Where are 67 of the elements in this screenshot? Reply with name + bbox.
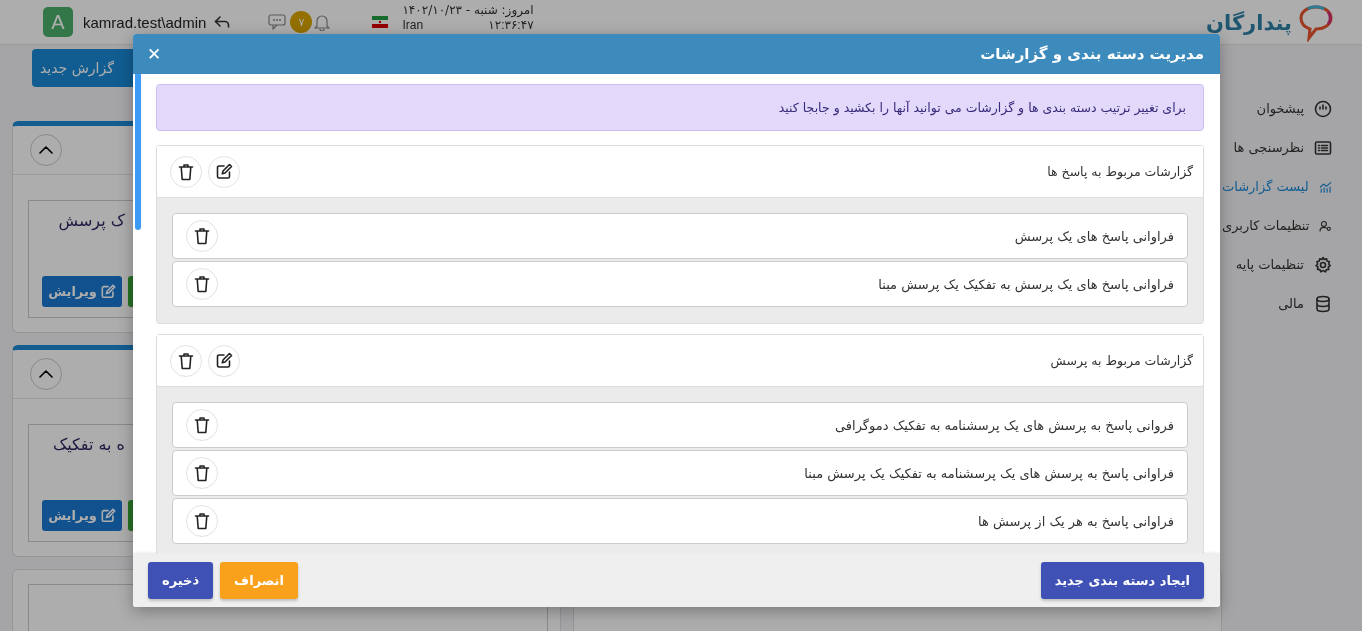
- create-category-button[interactable]: ایجاد دسته بندی جدید: [1040, 562, 1204, 599]
- report-name: فروانی پاسخ به پرسش های یک پرسشنامه به تفکیک دموگرافی: [835, 417, 1174, 433]
- report-title: ه به تفکیک: [51, 435, 125, 456]
- user-name: kamrad.test\admin: [83, 13, 207, 31]
- logo-text: پندارگان: [1206, 11, 1292, 35]
- report-name: فراوانی پاسخ به پرسش های یک پرسشنامه به تفکیک یک پرسش مبنا: [804, 465, 1174, 481]
- report-item[interactable]: فراوانی پاسخ به پرسش های یک پرسشنامه به تفکیک یک پرسش مبنا: [172, 450, 1188, 496]
- chevron-up-icon: [39, 146, 53, 154]
- list-icon: [1314, 138, 1332, 157]
- chat-icon[interactable]: [268, 14, 287, 30]
- delete-button[interactable]: [186, 457, 218, 489]
- dialog-title: مدیریت دسته بندی و گزارشات: [980, 45, 1204, 63]
- bell-icon[interactable]: [314, 13, 331, 31]
- report-name: فراوانی پاسخ های یک پرسش به تفکیک یک پرسش مبنا: [878, 276, 1174, 292]
- report-name: فراوانی پاسخ به هر یک از پرسش ها: [978, 513, 1174, 529]
- database-icon: [1314, 294, 1332, 313]
- logout-icon[interactable]: [214, 15, 231, 29]
- save-button[interactable]: ذخیره: [148, 562, 214, 599]
- report-title: ک پرسش: [57, 211, 125, 233]
- close-button[interactable]: ✕: [143, 44, 166, 64]
- sidebar-item[interactable]: پیشخوان: [1222, 89, 1362, 128]
- country-text: Iran: [402, 18, 424, 33]
- delete-button[interactable]: [186, 409, 218, 441]
- sidebar-item[interactable]: تنظیمات پایه: [1222, 245, 1362, 284]
- speech-bubble-logo-icon: [1298, 4, 1334, 42]
- info-message: برای تغییر ترتیب دسته بندی ها و گزارشات می توانید آنها را بکشید و جابجا کنید: [156, 84, 1204, 131]
- flag-icon: [372, 16, 389, 28]
- edit-button[interactable]: ویرایش: [42, 500, 122, 531]
- report-item[interactable]: فراوانی پاسخ به هر یک از پرسش ها: [172, 498, 1188, 544]
- report-item[interactable]: فراوانی پاسخ های یک پرسش به تفکیک یک پرسش مبنا: [172, 261, 1188, 307]
- collapse-button[interactable]: [30, 134, 62, 166]
- gear-icon: [1314, 255, 1332, 274]
- user-avatar: A: [43, 7, 73, 37]
- delete-button[interactable]: [186, 220, 218, 252]
- report-item[interactable]: فروانی پاسخ به پرسش های یک پرسشنامه به تفکیک دموگرافی: [172, 402, 1188, 448]
- chevron-up-icon: [39, 370, 53, 378]
- gauge-icon: [1314, 99, 1332, 118]
- edit-button[interactable]: [208, 155, 240, 188]
- delete-button[interactable]: [170, 155, 202, 188]
- trash-icon: [178, 162, 194, 181]
- sidebar-item[interactable]: مالی: [1222, 284, 1362, 323]
- edit-button[interactable]: [208, 344, 240, 377]
- notification-badge: ۷: [290, 11, 313, 33]
- collapse-button[interactable]: [30, 358, 62, 390]
- scrollbar-thumb[interactable]: [135, 74, 141, 230]
- trash-icon: [194, 416, 210, 434]
- trash-icon: [194, 464, 210, 482]
- delete-button[interactable]: [186, 505, 218, 537]
- sidebar-item[interactable]: تنظیمات کاربری: [1222, 206, 1362, 245]
- delete-button[interactable]: [186, 268, 218, 300]
- trash-icon: [178, 351, 194, 370]
- edit-icon: [100, 508, 116, 523]
- trash-icon: [194, 275, 210, 293]
- category-title: گزارشات مربوط به پاسخ ها: [1047, 164, 1193, 179]
- trash-icon: [194, 512, 210, 530]
- delete-button[interactable]: [170, 344, 202, 377]
- edit-icon: [100, 284, 116, 299]
- edit-icon: [215, 352, 233, 369]
- report-item[interactable]: فراوانی پاسخ های یک پرسش: [172, 213, 1188, 259]
- edit-icon: [215, 163, 233, 180]
- category-title: گزارشات مربوط به پرسش: [1050, 353, 1193, 368]
- sidebar-item[interactable]: نظرسنجی ها: [1222, 128, 1362, 167]
- clock-text: ۱۲:۳۶:۴۷: [488, 18, 534, 33]
- date-text: امروز: شنبه - ۱۴۰۲/۱۰/۲۳: [402, 3, 534, 18]
- report-name: فراوانی پاسخ های یک پرسش: [1014, 228, 1174, 244]
- edit-button[interactable]: ویرایش: [42, 276, 122, 307]
- trash-icon: [194, 227, 210, 245]
